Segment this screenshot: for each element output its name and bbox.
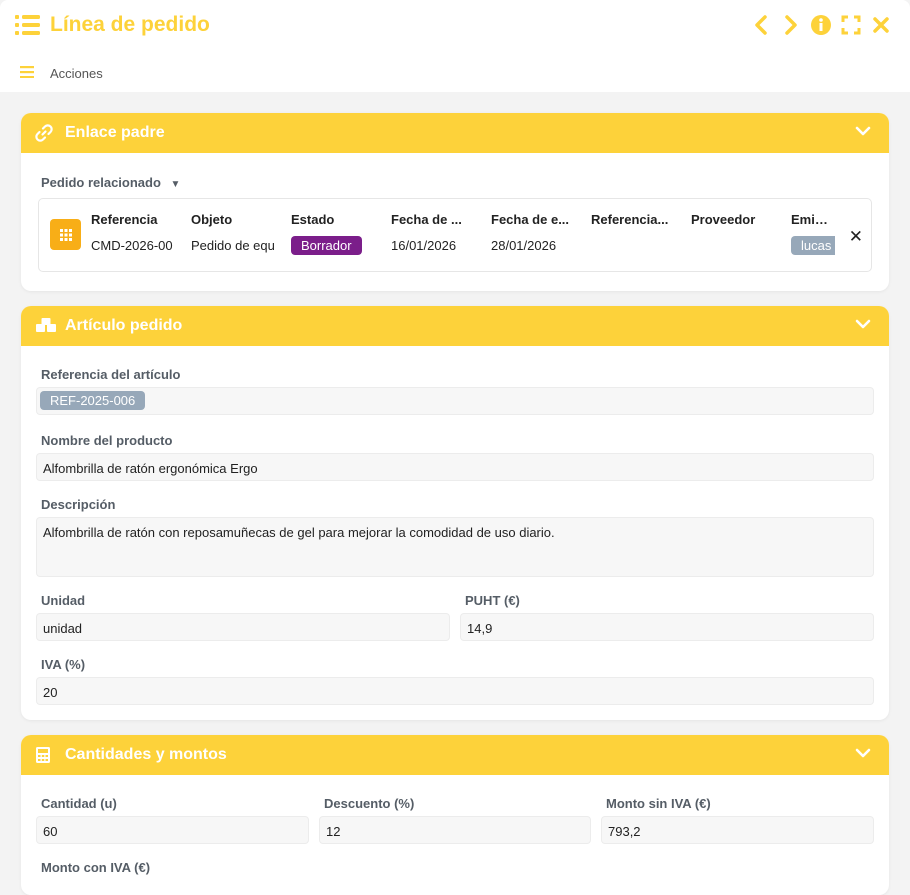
close-icon[interactable]	[870, 14, 892, 36]
column-header: Emisor	[791, 212, 835, 227]
description-field[interactable]: Alfombrilla de ratón con reposamuñecas d…	[36, 517, 874, 577]
gross-amount-label: Monto con IVA (€)	[41, 860, 151, 875]
grid-icon	[50, 219, 81, 250]
ordered-article-card: Artículo pedido Referencia del artículo …	[21, 306, 889, 720]
hamburger-icon	[20, 66, 34, 81]
chevron-down-icon[interactable]	[855, 124, 871, 142]
cell-objeto: Pedido de equ	[191, 238, 275, 253]
column-header: Proveedor	[691, 212, 756, 227]
actions-label: Acciones	[50, 66, 103, 81]
link-icon	[35, 124, 57, 142]
quantity-field[interactable]: 60	[36, 816, 309, 844]
chevron-down-icon[interactable]	[855, 746, 871, 764]
col-fecha-1: Fecha de ... 16/01/2026	[391, 212, 477, 253]
expand-icon[interactable]	[840, 14, 862, 36]
chevron-right-icon[interactable]	[780, 14, 802, 36]
column-header: Estado	[291, 212, 335, 227]
chevron-down-icon[interactable]	[855, 317, 871, 335]
section-title: Cantidades y montos	[65, 746, 227, 763]
cell-fecha-1: 16/01/2026	[391, 238, 457, 253]
column-header: Objeto	[191, 212, 233, 227]
iva-label: IVA (%)	[41, 657, 86, 672]
puht-field[interactable]: 14,9	[460, 613, 874, 641]
window-title: Línea de pedido	[50, 13, 210, 36]
cell-referencia: CMD-2026-00	[91, 238, 173, 253]
caret-down-icon: ▼	[170, 179, 181, 190]
cell-fecha-2: 28/01/2026	[491, 238, 557, 253]
section-title: Enlace padre	[65, 124, 165, 141]
quantity-label: Cantidad (u)	[41, 796, 117, 811]
window-header: Línea de pedido Acciones	[0, 0, 910, 92]
ordered-article-header[interactable]: Artículo pedido	[21, 306, 889, 346]
column-header: Referencia	[91, 212, 158, 227]
iva-field[interactable]: 20	[36, 677, 874, 705]
column-header: Fecha de ...	[391, 212, 462, 227]
col-referencia: Referencia CMD-2026-00	[91, 212, 177, 253]
chevron-left-icon[interactable]	[750, 14, 772, 36]
list-icon	[15, 13, 41, 37]
amounts-card: Cantidades y montos Cantidad (u) 60 Desc…	[21, 735, 889, 895]
unit-field[interactable]: unidad	[36, 613, 450, 641]
col-fecha-2: Fecha de e... 28/01/2026	[491, 212, 577, 253]
related-order-label: Pedido relacionado	[41, 175, 161, 190]
column-header: Referencia...	[591, 212, 669, 227]
discount-field[interactable]: 12	[319, 816, 591, 844]
related-order-row[interactable]: Referencia CMD-2026-00 Objeto Pedido de …	[38, 198, 872, 272]
boxes-icon	[35, 317, 57, 335]
discount-label: Descuento (%)	[324, 796, 415, 811]
issuer-chip: lucas	[791, 236, 835, 255]
net-amount-field: 793,2	[601, 816, 874, 844]
header-toolbar	[750, 14, 892, 36]
col-proveedor: Proveedor	[691, 212, 777, 238]
remove-link-icon[interactable]: ✕	[849, 227, 863, 247]
related-order-dropdown[interactable]: Pedido relacionado ▼	[41, 175, 180, 190]
col-objeto: Objeto Pedido de equ	[191, 212, 277, 253]
net-amount-label: Monto sin IVA (€)	[606, 796, 711, 811]
col-referencia-2: Referencia...	[591, 212, 677, 238]
calculator-icon	[35, 746, 57, 764]
col-emisor: Emisor lucas	[791, 212, 835, 255]
section-title: Artículo pedido	[65, 317, 183, 334]
parent-link-header[interactable]: Enlace padre	[21, 113, 889, 153]
product-name-field[interactable]: Alfombrilla de ratón ergonómica Ergo	[36, 453, 874, 481]
actions-menu[interactable]: Acciones	[20, 66, 103, 81]
column-header: Fecha de e...	[491, 212, 570, 227]
product-name-label: Nombre del producto	[41, 433, 173, 448]
amounts-header[interactable]: Cantidades y montos	[21, 735, 889, 775]
description-label: Descripción	[41, 497, 116, 512]
col-estado: Estado Borrador	[291, 212, 377, 255]
puht-label: PUHT (€)	[465, 593, 520, 608]
unit-label: Unidad	[41, 593, 86, 608]
article-ref-field[interactable]: REF-2025-006	[36, 387, 874, 415]
article-ref-chip[interactable]: REF-2025-006	[40, 391, 146, 410]
article-ref-label: Referencia del artículo	[41, 367, 181, 382]
info-icon[interactable]	[810, 14, 832, 36]
status-badge: Borrador	[291, 236, 362, 255]
parent-link-card: Enlace padre Pedido relacionado ▼ Refere…	[21, 113, 889, 291]
order-line-window: Línea de pedido Acciones Enlace padre Pe…	[0, 0, 910, 895]
